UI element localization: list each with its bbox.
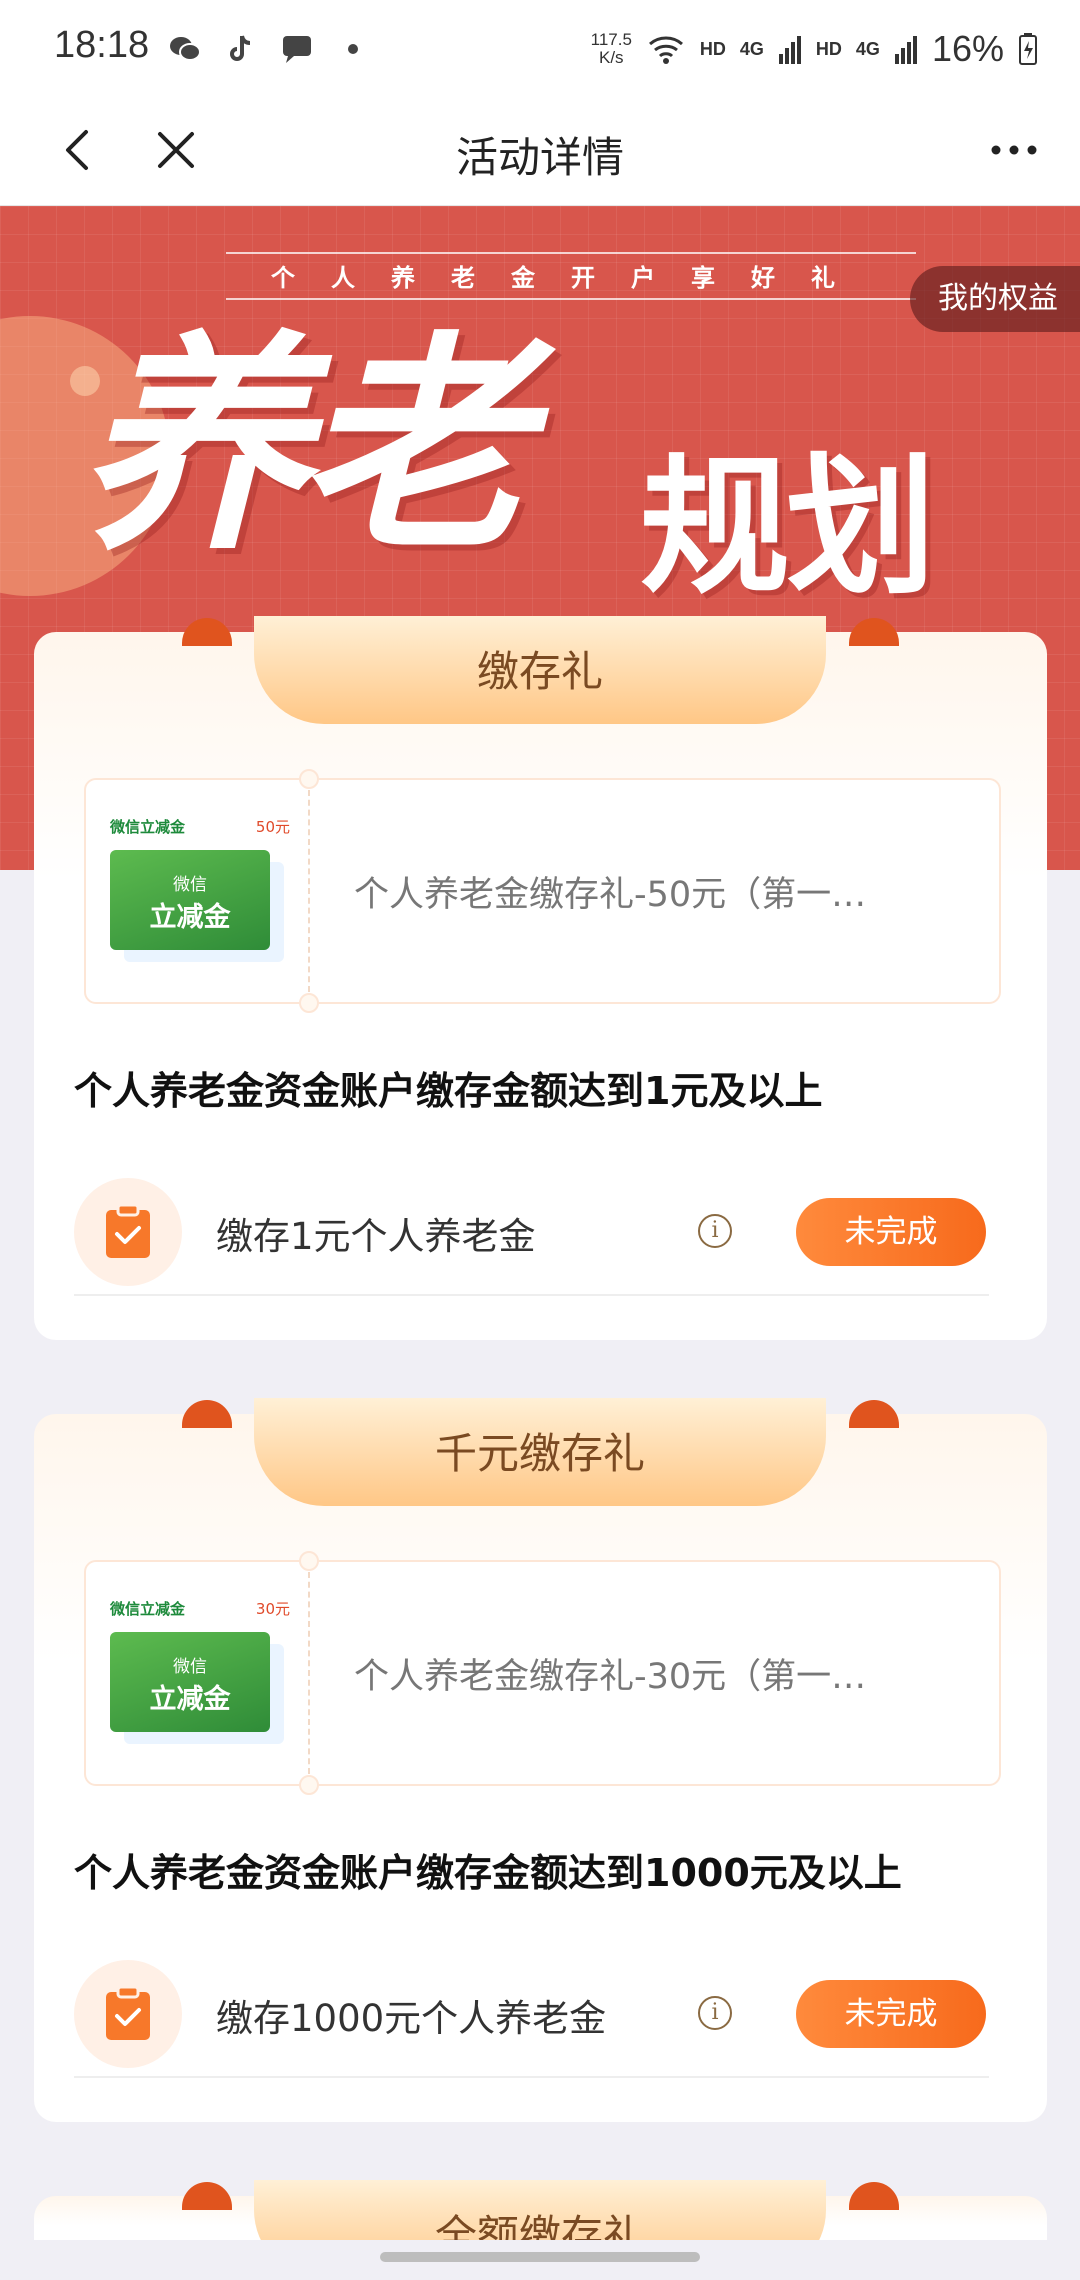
coupon-brand: 微信立减金: [110, 818, 186, 836]
card-ribbon-right: [849, 1400, 899, 1428]
battery-charging-icon: [1019, 33, 1037, 65]
status-right: 117.5 K/s HD 4G HD 4G 16%: [591, 28, 1038, 70]
card-requirement: 个人养老金资金账户缴存金额达到1000元及以上: [74, 1851, 902, 1895]
wechat-coupon-card: 微信 立减金: [110, 1632, 270, 1732]
coupon-amount: 50元: [255, 818, 290, 836]
more-icon[interactable]: [984, 120, 1044, 180]
reward-card-deposit: 缴存礼 微信立减金 50元 微信 立减金 个人养老金缴存礼-50元（第一… 个人…: [34, 616, 1047, 1340]
signal-icon-2: [894, 36, 917, 64]
task-icon-wrap: [74, 1178, 182, 1286]
coupon-notch-bottom: [299, 993, 319, 1013]
coupon-brand: 微信立减金: [110, 1600, 186, 1618]
gesture-bar[interactable]: [380, 2252, 700, 2262]
page-title: 活动详情: [455, 133, 624, 182]
hd-label-2: HD: [815, 38, 842, 59]
status-bar: 18:18 117.5 K/s HD 4G HD 4G 16%: [0, 0, 1080, 98]
network-4g-2: 4G: [855, 38, 880, 59]
card-title: 千元缴存礼: [434, 1429, 645, 1478]
card-header-tab: 千元缴存礼: [254, 1398, 826, 1506]
dot-icon: [348, 44, 358, 54]
wifi-icon: [648, 36, 683, 64]
clipboard-check-icon: [106, 1204, 150, 1258]
my-rights-button[interactable]: 我的权益: [910, 266, 1080, 332]
coupon-thumb-line1: 微信: [173, 875, 207, 895]
coupon-item[interactable]: 微信立减金 30元 微信 立减金 个人养老金缴存礼-30元（第一…: [84, 1551, 1001, 1795]
coupon-notch-bottom: [299, 1775, 319, 1795]
status-time: 18:18: [54, 24, 150, 66]
coupon-divider: [308, 790, 310, 992]
card-ribbon-left: [182, 1400, 232, 1428]
clipboard-check-icon: [106, 1986, 150, 2040]
coupon-item[interactable]: 微信立减金 50元 微信 立减金 个人养老金缴存礼-50元（第一…: [84, 769, 1001, 1013]
coupon-thumb-line1: 微信: [173, 1657, 207, 1677]
nav-bar: 活动详情: [0, 98, 1080, 206]
task-icon-wrap: [74, 1960, 182, 2068]
coupon-amount: 30元: [255, 1600, 290, 1618]
coupon-thumb-line2: 立减金: [149, 902, 231, 933]
banner-rule-top: [226, 252, 916, 254]
network-4g-1: 4G: [739, 38, 764, 59]
coupon-title: 个人养老金缴存礼-30元（第一…: [354, 1657, 867, 1697]
signal-icon-1: [778, 36, 801, 64]
task-label: 缴存1元个人养老金: [216, 1215, 536, 1258]
coupon-thumb-line2: 立减金: [149, 1684, 231, 1715]
banner-title-bold: 规划: [640, 441, 936, 615]
hd-label-1: HD: [699, 38, 726, 59]
coupon-thumbnail: 微信立减金 30元 微信 立减金: [110, 1598, 290, 1758]
task-label: 缴存1000元个人养老金: [216, 1997, 607, 2040]
coupon-title: 个人养老金缴存礼-50元（第一…: [354, 875, 867, 915]
task-status-button[interactable]: 未完成: [796, 1198, 986, 1266]
battery-percent: 16%: [931, 28, 1004, 69]
info-icon[interactable]: i: [698, 1214, 732, 1248]
wechat-coupon-card: 微信 立减金: [110, 850, 270, 950]
card-title: 缴存礼: [476, 647, 603, 696]
reward-card-thousand: 千元缴存礼 微信立减金 30元 微信 立减金 个人养老金缴存礼-30元（第一… …: [34, 1398, 1047, 2122]
card-header-tab: 缴存礼: [254, 616, 826, 724]
banner-subtitle: 个人养老金开户享好礼: [271, 264, 871, 292]
coupon-thumbnail: 微信立减金 50元 微信 立减金: [110, 816, 290, 976]
network-speed: 117.5 K/s: [590, 30, 632, 67]
card-requirement: 个人养老金资金账户缴存金额达到1元及以上: [74, 1069, 823, 1113]
banner-title-calligraphy: 养老: [78, 311, 528, 581]
coupon-divider: [308, 1572, 310, 1774]
tiktok-icon: [230, 35, 251, 61]
notification-icons: [168, 32, 370, 66]
task-status-button[interactable]: 未完成: [796, 1980, 986, 2048]
message-icon: [283, 36, 311, 63]
coupon-notch-top: [299, 1551, 319, 1571]
task-row: 缴存1000元个人养老金 i 未完成: [74, 1950, 989, 2078]
card-ribbon-left: [182, 2182, 232, 2210]
info-icon[interactable]: i: [698, 1996, 732, 2030]
card-ribbon-right: [849, 2182, 899, 2210]
wechat-icon: [170, 37, 201, 61]
coupon-notch-top: [299, 769, 319, 789]
task-row: 缴存1元个人养老金 i 未完成: [74, 1168, 989, 1296]
